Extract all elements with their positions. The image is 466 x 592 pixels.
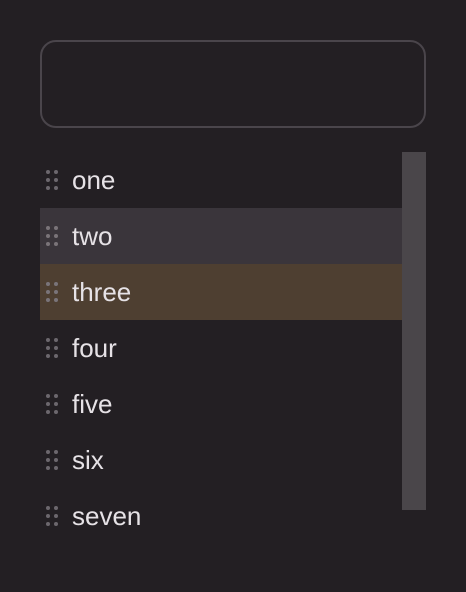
- list-item-five[interactable]: five: [40, 376, 402, 432]
- drag-handle-icon[interactable]: [46, 506, 58, 526]
- list-item-label: two: [72, 221, 113, 251]
- list-item-label: six: [72, 445, 104, 475]
- list-item-label: one: [72, 165, 116, 195]
- drag-handle-icon[interactable]: [46, 450, 58, 470]
- drag-handle-icon[interactable]: [46, 226, 58, 246]
- drop-zone[interactable]: [40, 40, 426, 128]
- drag-handle-icon[interactable]: [46, 282, 58, 302]
- list-item-seven[interactable]: seven: [40, 488, 402, 544]
- list-container: one two three four five six seven: [40, 152, 426, 532]
- list-item-label: three: [72, 277, 132, 307]
- list-item-label: four: [72, 333, 117, 363]
- drag-handle-icon[interactable]: [46, 338, 58, 358]
- list-item-four[interactable]: four: [40, 320, 402, 376]
- list-item-label: five: [72, 389, 113, 419]
- app-window: one two three four five six seven: [0, 0, 466, 592]
- drag-handle-icon[interactable]: [46, 170, 58, 190]
- list-item-label: seven: [72, 501, 142, 531]
- sortable-list: one two three four five six seven: [40, 152, 402, 544]
- list-item-one[interactable]: one: [40, 152, 402, 208]
- drag-handle-icon[interactable]: [46, 394, 58, 414]
- list-item-three[interactable]: three: [40, 264, 402, 320]
- list-item-six[interactable]: six: [40, 432, 402, 488]
- list-item-two[interactable]: two: [40, 208, 402, 264]
- scrollbar[interactable]: [402, 152, 426, 510]
